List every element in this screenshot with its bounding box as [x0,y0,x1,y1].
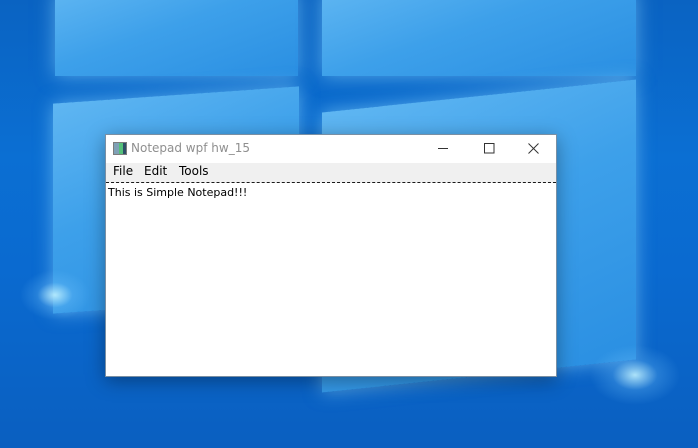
editor-content[interactable]: This is Simple Notepad!!! [108,186,247,199]
menu-file[interactable]: File [112,164,134,178]
minimize-icon [438,148,448,149]
close-icon [528,143,539,154]
menu-edit[interactable]: Edit [143,164,168,178]
close-button[interactable] [510,135,556,163]
wallpaper-glow-left [20,270,90,320]
minimize-button[interactable] [420,135,466,163]
title-bar[interactable]: Notepad wpf hw_15 [106,135,556,163]
maximize-button[interactable] [466,135,512,163]
notepad-app-icon [113,142,127,155]
menu-bar: File Edit Tools [106,163,556,183]
maximize-icon [484,143,495,154]
wallpaper-pane-top-right [322,0,636,76]
window-title: Notepad wpf hw_15 [131,141,250,155]
menu-tools[interactable]: Tools [178,164,210,178]
text-editor[interactable]: This is Simple Notepad!!! [106,184,556,376]
notepad-window: Notepad wpf hw_15 File Edit Tools This i… [105,134,557,377]
wallpaper-pane-top-left [55,0,298,76]
wallpaper-glow-right [590,345,680,405]
